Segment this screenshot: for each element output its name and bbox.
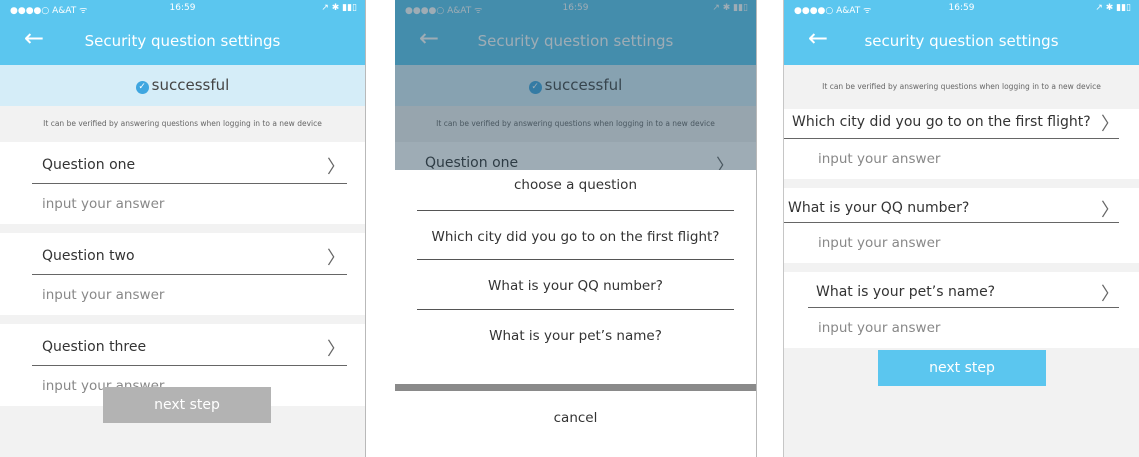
- question-selector-2[interactable]: Question two 〉: [0, 233, 365, 275]
- status-bar: ●●●●○ A&AT ᯤ 16:59 ↗ ✱ ▮▮▯: [0, 0, 365, 17]
- underline: [784, 222, 1119, 223]
- question-label: Question two: [42, 248, 135, 264]
- status-bar: ●●●●○ A&AT ᯤ 16:59 ↗ ✱ ▮▮▯: [784, 0, 1139, 17]
- option-qq-number[interactable]: What is your QQ number?: [395, 278, 756, 294]
- clock: 16:59: [169, 3, 196, 13]
- battery-icon: ↗ ✱ ▮▮▯: [1095, 3, 1131, 13]
- question-label: Question three: [42, 339, 147, 355]
- cancel-button[interactable]: cancel: [395, 410, 756, 426]
- phone-screen-2: ●●●●○ A&AT ᯤ 16:59 ↗ ✱ ▮▮▯ ← Security qu…: [395, 0, 757, 457]
- chevron-right-icon: 〉: [1101, 200, 1119, 221]
- answer-input-2[interactable]: input your answer: [0, 275, 365, 315]
- question-selector-2[interactable]: What is your QQ number? 〉: [784, 188, 1139, 223]
- battery-icon: ↗ ✱ ▮▮▯: [321, 3, 357, 13]
- question-selector-3[interactable]: Question three 〉: [0, 324, 365, 366]
- option-first-flight[interactable]: Which city did you go to on the first fl…: [395, 229, 756, 245]
- sheet-title: choose a question: [513, 177, 638, 193]
- underline: [784, 138, 1119, 139]
- modal-overlay[interactable]: [395, 0, 756, 170]
- answer-input-2[interactable]: input your answer: [784, 223, 1139, 263]
- phone-screen-1: ●●●●○ A&AT ᯤ 16:59 ↗ ✱ ▮▮▯ ← Security qu…: [0, 0, 366, 457]
- page-title: security question settings: [864, 32, 1059, 50]
- divider: [417, 210, 734, 211]
- question-label: Question one: [42, 157, 136, 173]
- chevron-right-icon: 〉: [327, 339, 345, 360]
- divider: [417, 259, 734, 260]
- clock: 16:59: [948, 3, 975, 13]
- nav-bar: ← Security question settings: [0, 17, 365, 65]
- question-selector-1[interactable]: Which city did you go to on the first fl…: [784, 109, 1139, 139]
- question-label: What is your QQ number?: [788, 200, 970, 216]
- question-picker-sheet: choose a question Which city did you go …: [395, 170, 756, 457]
- page-title: Security question settings: [84, 32, 281, 50]
- divider: [784, 179, 1139, 188]
- question-block-3: What is your pet’s name? 〉 input your an…: [784, 272, 1139, 348]
- nav-bar: ← security question settings: [784, 17, 1139, 65]
- success-banner: ✓ successful: [0, 65, 365, 106]
- question-label: Which city did you go to on the first fl…: [792, 114, 1091, 130]
- answer-input-1[interactable]: input your answer: [0, 184, 365, 224]
- divider: [784, 263, 1139, 272]
- question-block-2: What is your QQ number? 〉 input your ans…: [784, 188, 1139, 263]
- option-pet-name[interactable]: What is your pet’s name?: [395, 328, 756, 344]
- chevron-right-icon: 〉: [327, 248, 345, 269]
- next-step-button[interactable]: next step: [103, 387, 271, 423]
- chevron-right-icon: 〉: [327, 157, 345, 178]
- question-selector-3[interactable]: What is your pet’s name? 〉: [784, 272, 1139, 308]
- check-circle-icon: ✓: [135, 81, 149, 94]
- divider: [0, 224, 365, 233]
- question-selector-1[interactable]: Question one 〉: [0, 142, 365, 184]
- phone-screen-3: ●●●●○ A&AT ᯤ 16:59 ↗ ✱ ▮▮▯ ← security qu…: [783, 0, 1139, 457]
- verification-hint: It can be verified by answering question…: [0, 106, 365, 142]
- chevron-right-icon: 〉: [1101, 114, 1119, 135]
- underline: [808, 307, 1119, 308]
- question-block-1: Which city did you go to on the first fl…: [784, 109, 1139, 179]
- underline: [32, 274, 347, 275]
- question-block-2: Question two 〉 input your answer: [0, 233, 365, 315]
- chevron-right-icon: 〉: [1101, 284, 1119, 305]
- next-step-button[interactable]: next step: [878, 350, 1046, 386]
- divider: [0, 315, 365, 324]
- underline: [32, 183, 347, 184]
- success-text: successful: [151, 76, 230, 94]
- verification-hint: It can be verified by answering question…: [784, 65, 1139, 109]
- question-block-1: Question one 〉 input your answer: [0, 142, 365, 224]
- question-label: What is your pet’s name?: [816, 284, 996, 300]
- underline: [32, 365, 347, 366]
- separator-bar: [395, 384, 756, 391]
- divider: [417, 309, 734, 310]
- answer-input-3[interactable]: input your answer: [784, 308, 1139, 348]
- answer-input-1[interactable]: input your answer: [784, 139, 1139, 179]
